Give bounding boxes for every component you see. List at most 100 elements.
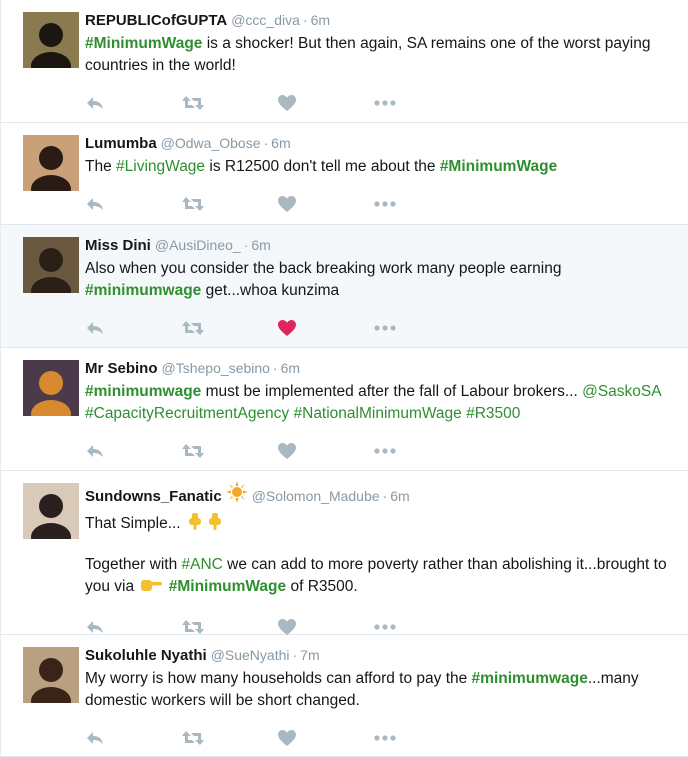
retweet-icon [181, 320, 205, 336]
user-handle[interactable]: @AusiDineo_ [155, 237, 241, 253]
reply-button[interactable] [85, 192, 181, 216]
hashtag-link[interactable]: #ANC [182, 556, 223, 573]
user-handle[interactable]: @ccc_diva [231, 12, 300, 28]
hashtag-link[interactable]: #MinimumWage [169, 578, 286, 595]
more-button[interactable] [373, 439, 469, 463]
like-icon [277, 319, 297, 337]
tweet-paragraph: Also when you consider the back breaking… [85, 258, 680, 302]
text-span: Also when you consider the back breaking… [85, 260, 562, 277]
avatar[interactable] [23, 135, 79, 191]
like-button[interactable] [277, 316, 373, 340]
timestamp[interactable]: 6m [390, 488, 409, 504]
avatar[interactable] [23, 237, 79, 293]
more-icon [373, 99, 397, 107]
hashtag-link[interactable]: #LivingWage [116, 158, 205, 175]
like-icon [277, 442, 297, 460]
more-button[interactable] [373, 726, 469, 750]
tweet[interactable]: Sukoluhle Nyathi @SueNyathi · 7m My worry is… [1, 635, 688, 757]
separator-dot: · [292, 647, 298, 663]
point-down-emoji [186, 511, 204, 538]
timestamp[interactable]: 6m [311, 12, 330, 28]
user-name[interactable]: Lumumba [85, 135, 157, 152]
user-name[interactable]: REPUBLICofGUPTA [85, 12, 227, 29]
tweet-header: Miss Dini @AusiDineo_ · 6m [85, 235, 676, 256]
tweet[interactable]: Mr Sebino @Tshepo_sebino · 6m #minimumwage m… [1, 348, 688, 471]
like-button[interactable] [277, 91, 373, 115]
user-name[interactable]: Sukoluhle Nyathi [85, 647, 207, 664]
user-handle[interactable]: @Tshepo_sebino [162, 360, 270, 376]
text-span: get...whoa kunzima [201, 282, 340, 299]
like-button[interactable] [277, 726, 373, 750]
avatar[interactable] [23, 647, 79, 703]
tweet-paragraph: My worry is how many households can affo… [85, 668, 680, 712]
tweet[interactable]: REPUBLICofGUPTA @ccc_diva · 6m #MinimumWage … [1, 0, 688, 123]
tweet-actions [85, 437, 676, 465]
text-span: My worry is how many households can affo… [85, 670, 472, 687]
timestamp[interactable]: 6m [281, 360, 300, 376]
mention-link[interactable]: @SaskoSA [582, 383, 661, 400]
user-name[interactable]: Sundowns_Fanatic [85, 488, 222, 505]
retweet-button[interactable] [181, 91, 277, 115]
retweet-button[interactable] [181, 316, 277, 340]
user-handle[interactable]: @Solomon_Madube [252, 488, 380, 504]
like-button[interactable] [277, 439, 373, 463]
reply-button[interactable] [85, 316, 181, 340]
timestamp[interactable]: 6m [251, 237, 270, 253]
retweet-icon [181, 95, 205, 111]
tweet-paragraph: The #LivingWage is R12500 don't tell me … [85, 156, 680, 178]
timestamp[interactable]: 7m [300, 647, 319, 663]
tweet-actions [85, 314, 676, 342]
hashtag-link[interactable]: #NationalMinimumWage [294, 405, 462, 422]
tweet-actions [85, 724, 676, 752]
user-handle[interactable]: @SueNyathi [211, 647, 290, 663]
tweet-text: #minimumwage must be implemented after t… [85, 381, 680, 425]
hashtag-link[interactable]: #R3500 [466, 405, 520, 422]
tweet-timeline: REPUBLICofGUPTA @ccc_diva · 6m #MinimumWage … [0, 0, 688, 757]
hashtag-link[interactable]: #CapacityRecruitmentAgency [85, 405, 289, 422]
separator-dot: · [243, 237, 249, 253]
tweet[interactable]: Miss Dini @AusiDineo_ · 6m Also when you con… [1, 225, 688, 348]
avatar[interactable] [23, 12, 79, 68]
text-span: The [85, 158, 117, 175]
hashtag-link[interactable]: #minimumwage [85, 282, 201, 299]
more-button[interactable] [373, 192, 469, 216]
reply-icon [85, 730, 105, 746]
user-name[interactable]: Mr Sebino [85, 360, 158, 377]
hashtag-link[interactable]: #MinimumWage [440, 158, 557, 175]
tweet[interactable]: Sundowns_Fanatic @Solomon_Madube · 6m That S… [1, 471, 688, 635]
retweet-button[interactable] [181, 726, 277, 750]
text-span: Together with [85, 556, 182, 573]
tweet-paragraph: Together with #ANC we can add to more po… [85, 554, 680, 601]
reply-button[interactable] [85, 439, 181, 463]
text-span: of R3500. [286, 578, 358, 595]
user-name[interactable]: Miss Dini [85, 237, 151, 254]
user-handle[interactable]: @Odwa_Obose [161, 135, 261, 151]
tweet-paragraph: #MinimumWage is a shocker! But then agai… [85, 33, 680, 77]
sun-emoji [225, 481, 248, 509]
reply-icon [85, 320, 105, 336]
more-button[interactable] [373, 316, 469, 340]
more-icon [373, 623, 397, 631]
retweet-button[interactable] [181, 439, 277, 463]
retweet-button[interactable] [181, 192, 277, 216]
tweet[interactable]: Lumumba @Odwa_Obose · 6m The #LivingWage is … [1, 123, 688, 225]
hashtag-link[interactable]: #minimumwage [472, 670, 588, 687]
tweet-paragraph: #minimumwage must be implemented after t… [85, 381, 680, 425]
separator-dot: · [272, 360, 278, 376]
timestamp[interactable]: 6m [271, 135, 290, 151]
like-button[interactable] [277, 192, 373, 216]
hashtag-link[interactable]: #MinimumWage [85, 35, 202, 52]
retweet-icon [181, 619, 205, 635]
tweet-header: Lumumba @Odwa_Obose · 6m [85, 133, 676, 154]
reply-button[interactable] [85, 91, 181, 115]
more-button[interactable] [373, 91, 469, 115]
avatar[interactable] [23, 360, 79, 416]
tweet-paragraph: That Simple... [85, 511, 680, 538]
hashtag-link[interactable]: #minimumwage [85, 383, 201, 400]
like-icon [277, 94, 297, 112]
more-icon [373, 447, 397, 455]
tweet-header: Sukoluhle Nyathi @SueNyathi · 7m [85, 645, 676, 666]
reply-button[interactable] [85, 726, 181, 750]
text-span: must be implemented after the fall of La… [201, 383, 583, 400]
avatar[interactable] [23, 483, 79, 539]
